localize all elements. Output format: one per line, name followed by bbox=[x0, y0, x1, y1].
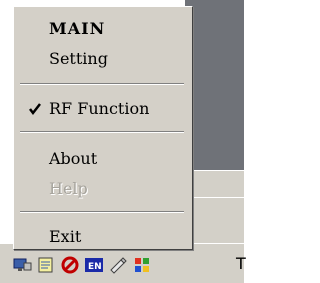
windows-flag-icon[interactable] bbox=[132, 256, 152, 274]
menu-item-label: Help bbox=[49, 179, 88, 198]
window-strip bbox=[185, 170, 244, 197]
menu-item-main[interactable]: MAIN bbox=[14, 15, 192, 41]
menu-item-label: Exit bbox=[49, 227, 82, 246]
menu-separator bbox=[20, 211, 184, 213]
menu-item-label: About bbox=[49, 149, 98, 168]
menu-item-exit[interactable]: Exit bbox=[14, 223, 192, 249]
menu-item-label: Setting bbox=[49, 49, 108, 68]
menu-item-setting[interactable]: Setting bbox=[14, 45, 192, 71]
menu-item-label: MAIN bbox=[49, 19, 106, 38]
pen-icon[interactable] bbox=[108, 256, 128, 274]
menu-separator bbox=[20, 83, 184, 85]
menu-item-help: Help bbox=[14, 175, 192, 201]
menu-item-rf-function[interactable]: RF Function bbox=[14, 95, 192, 121]
menu-item-label: RF Function bbox=[49, 99, 150, 118]
checkmark-icon bbox=[28, 101, 42, 116]
taskbar-clock: T bbox=[236, 254, 246, 273]
system-tray: EN bbox=[12, 254, 156, 276]
menu-item-about[interactable]: About bbox=[14, 145, 192, 171]
window-strip bbox=[185, 197, 244, 244]
menu-separator bbox=[20, 131, 184, 133]
desktop-background bbox=[185, 0, 244, 170]
network-icon[interactable] bbox=[12, 256, 32, 274]
keyboard-layout-icon[interactable]: EN bbox=[84, 256, 104, 274]
context-menu: MAIN Setting RF Function About Help Exit bbox=[13, 6, 193, 250]
antivirus-icon[interactable] bbox=[60, 256, 80, 274]
notepad-icon[interactable] bbox=[36, 256, 56, 274]
svg-text:EN: EN bbox=[88, 262, 102, 272]
